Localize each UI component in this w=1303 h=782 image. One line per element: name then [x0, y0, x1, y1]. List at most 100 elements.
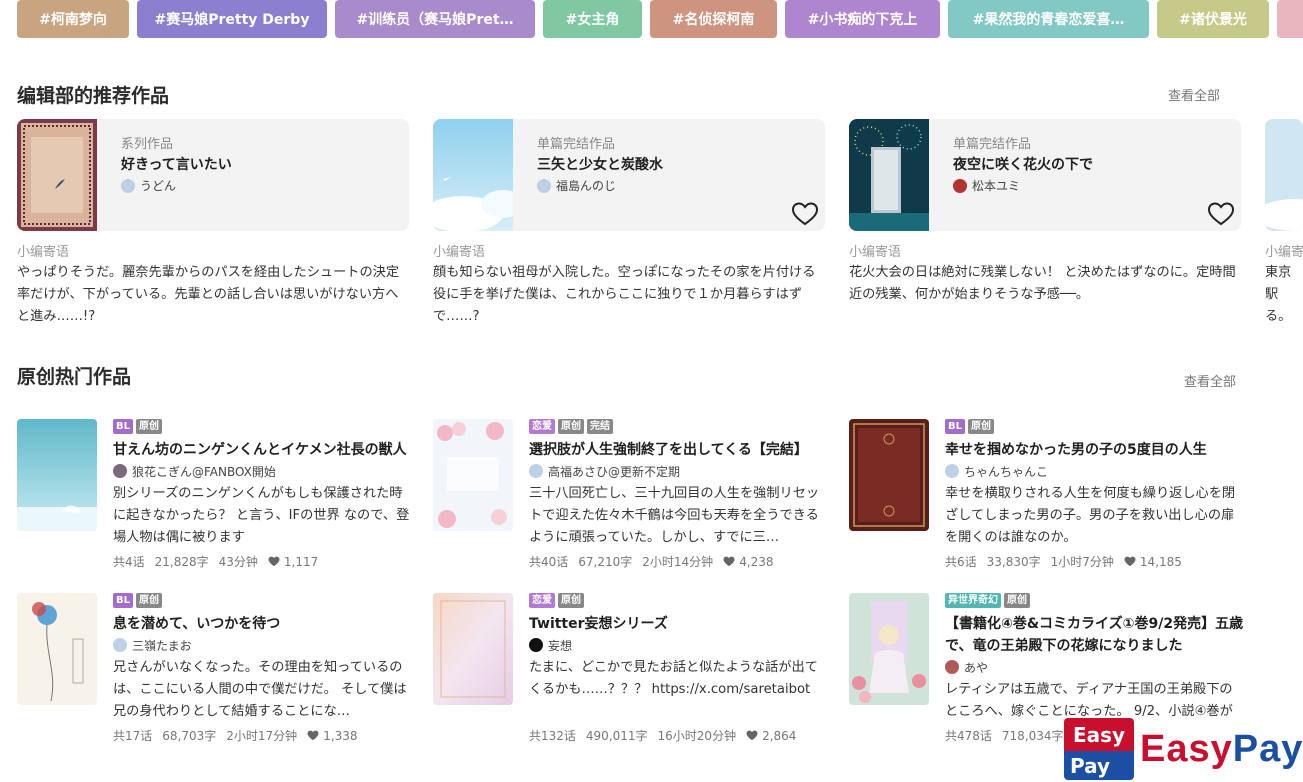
- work-item[interactable]: 恋爱 原创 Twitter妄想シリーズ 妄想 たまに、どこかで見たお話と似たよう…: [433, 593, 825, 743]
- genre-badge: 原创: [558, 593, 584, 608]
- work-type-label: 单篇完结作品: [537, 137, 616, 152]
- work-stats: 共6话 33,830字 1小时7分钟 14,185: [945, 553, 1245, 570]
- tag-chip[interactable]: #训练员（赛马娘Pret…: [335, 0, 535, 38]
- work-title[interactable]: Twitter妄想シリーズ: [529, 613, 829, 635]
- work-info: BL 原创 甘えん坊のニンゲンくんとイケメン社長の獣人 狼花こぎん@FANBOX…: [113, 419, 413, 570]
- char-count: 21,828字: [154, 555, 209, 569]
- tag-chip[interactable]: #果然我的青春恋爱喜…: [948, 0, 1149, 38]
- likes: 14,185: [1124, 555, 1182, 569]
- author[interactable]: うどん: [121, 177, 176, 194]
- author-avatar: [121, 178, 135, 193]
- work-item[interactable]: 恋爱 原创 完结 選択肢が人生強制終了を出してくる【完結】 高福あさひ@更新不定…: [433, 419, 825, 569]
- tag-chip[interactable]: #名侦探柯南: [650, 0, 777, 38]
- genre-badge: 原创: [1004, 593, 1030, 608]
- author-name: ちゃんちゃんこ: [964, 464, 1049, 479]
- easypay-logo: Easy Pay: [1064, 718, 1134, 780]
- recommended-item[interactable]: 单篇完结作品 三矢と少女と炭酸水 福島んのじ 小编寄语 顔も知らない祖母が入院し…: [433, 119, 825, 328]
- author-avatar: [537, 178, 551, 193]
- tag-chip[interactable]: #诸伏景光: [1157, 0, 1269, 38]
- recommended-section-title: 编辑部的推荐作品: [17, 85, 170, 107]
- tag-chip[interactable]: #柯南梦向: [17, 0, 129, 38]
- read-time: 2小时14分钟: [642, 555, 714, 569]
- badge-row: BL 原创: [113, 419, 413, 434]
- read-time: 43分钟: [218, 555, 258, 569]
- genre-badge: BL: [113, 419, 133, 434]
- recommended-see-all-link[interactable]: 查看全部: [1168, 85, 1220, 104]
- popular-see-all-link[interactable]: 查看全部: [1184, 371, 1236, 390]
- editor-note-label: 小编寄语: [17, 245, 70, 260]
- episode-count: 共132话: [529, 729, 576, 743]
- author-avatar: [113, 464, 127, 478]
- work-title[interactable]: 【書籍化④巻&コミカライズ①巻9/2発売】五歳で、竜の王弟殿下の花嫁になりました: [945, 613, 1245, 657]
- likes: 4,238: [723, 555, 774, 569]
- char-count: 490,011字: [585, 729, 648, 743]
- work-item[interactable]: BL 原创 甘えん坊のニンゲンくんとイケメン社長の獣人 狼花こぎん@FANBOX…: [17, 419, 409, 569]
- heart-icon: [307, 730, 319, 741]
- heart-icon: [268, 556, 280, 567]
- work-info: BL 原创 幸せを掴めなかった男の子の5度目の人生 ちゃんちゃんこ 幸せを横取り…: [945, 419, 1245, 570]
- likes: 1,117: [268, 555, 318, 569]
- work-type-label: 单篇完结作品: [953, 137, 1032, 152]
- recommended-card[interactable]: 单篇完结作品 夜空に咲く花火の下で 松本ユミ: [849, 119, 1241, 231]
- recommended-card[interactable]: [1265, 119, 1303, 231]
- author[interactable]: 狼花こぎん@FANBOX開始: [113, 461, 413, 481]
- likes: 1,338: [307, 729, 358, 743]
- work-title[interactable]: 選択肢が人生強制終了を出してくる【完結】: [529, 439, 829, 461]
- favorite-heart-icon[interactable]: [1207, 201, 1235, 227]
- author[interactable]: 妄想: [529, 635, 829, 655]
- work-description: 兄さんがいなくなった。その理由を知っているのは、ここにいる人間の中で僕だけだ。 …: [113, 660, 407, 719]
- genre-badge: 原创: [558, 419, 584, 434]
- author-avatar: [113, 638, 127, 652]
- work-description: レティシアは五歳で、ディアナ王国の王弟殿下のところへ、嫁ぐことになった。 9/2…: [945, 682, 1233, 719]
- tag-strip: #柯南梦向 #赛马娘Pretty Derby #训练员（赛马娘Pret… #女主…: [17, 0, 1303, 38]
- book-cover-image: [849, 593, 929, 705]
- recommended-card[interactable]: 单篇完结作品 三矢と少女と炭酸水 福島んのじ: [433, 119, 825, 231]
- author[interactable]: ちゃんちゃんこ: [945, 461, 1245, 481]
- work-title[interactable]: 息を潜めて、いつかを待つ: [113, 613, 413, 635]
- tag-chip[interactable]: #女主角: [543, 0, 642, 38]
- author-avatar: [529, 464, 543, 478]
- tag-chip[interactable]: #小书痴的下克上: [785, 0, 940, 38]
- recommended-card[interactable]: 系列作品 好きって言いたい うどん: [17, 119, 409, 231]
- wordmark-pay: Pay: [1232, 727, 1303, 770]
- badge-row: 恋爱 原创 完结: [529, 419, 829, 434]
- book-cover-image: [849, 419, 929, 531]
- book-cover-image: [849, 119, 929, 231]
- work-item[interactable]: BL 原创 息を潜めて、いつかを待つ 三嶺たまお 兄さんがいなくなった。その理由…: [17, 593, 409, 743]
- editor-note: 東京駅る。あた。: [1265, 265, 1292, 324]
- work-title[interactable]: 三矢と少女と炭酸水: [537, 154, 663, 174]
- read-time: 2小时17分钟: [226, 729, 298, 743]
- recommended-item[interactable]: 系列作品 好きって言いたい うどん 小编寄语 やっぱりそうだ。麗奈先輩からのパス…: [17, 119, 409, 328]
- work-title[interactable]: 好きって言いたい: [121, 154, 232, 174]
- read-time: 16小时20分钟: [657, 729, 737, 743]
- badge-row: 恋爱 原创: [529, 593, 829, 608]
- work-title[interactable]: 夜空に咲く花火の下で: [953, 154, 1093, 174]
- work-item[interactable]: BL 原创 幸せを掴めなかった男の子の5度目の人生 ちゃんちゃんこ 幸せを横取り…: [849, 419, 1241, 569]
- author-name: 松本ユミ: [972, 179, 1021, 193]
- char-count: 718,034字: [1001, 729, 1064, 743]
- genre-badge: 原创: [136, 593, 162, 608]
- book-cover-image: [433, 419, 513, 531]
- work-description: 幸せを横取りされる人生を何度も繰り返し心を閉ざしてしまった男の子。男の子を救い出…: [945, 486, 1236, 545]
- author[interactable]: 三嶺たまお: [113, 635, 413, 655]
- easypay-watermark: Easy Pay EasyPay: [1064, 718, 1303, 780]
- author[interactable]: 松本ユミ: [953, 177, 1020, 194]
- recommended-item[interactable]: 小编寄 東京駅る。あた。: [1265, 119, 1303, 328]
- author[interactable]: 福島んのじ: [537, 177, 616, 194]
- work-title[interactable]: 甘えん坊のニンゲンくんとイケメン社長の獣人: [113, 439, 413, 461]
- author-name: 妄想: [548, 638, 573, 653]
- editor-note: 顔も知らない祖母が入院した。空っぽになったその家を片付ける役に手を挙げた僕は、こ…: [433, 265, 816, 324]
- tag-chip[interactable]: [1277, 0, 1303, 38]
- favorite-heart-icon[interactable]: [791, 201, 819, 227]
- author-avatar: [529, 638, 543, 652]
- like-count: 14,185: [1139, 554, 1182, 569]
- tag-chip[interactable]: #赛马娘Pretty Derby: [137, 0, 327, 38]
- recommended-item[interactable]: 单篇完结作品 夜空に咲く花火の下で 松本ユミ 小编寄语 花火大会の日は絶対に残業…: [849, 119, 1241, 328]
- editor-note: 花火大会の日は絶対に残業しない！ と決めたはずなのに。定時間近の残業、何かが始ま…: [849, 265, 1236, 302]
- author[interactable]: 高福あさひ@更新不定期: [529, 461, 829, 481]
- author[interactable]: あや: [945, 657, 1245, 677]
- work-title[interactable]: 幸せを掴めなかった男の子の5度目の人生: [945, 439, 1245, 461]
- genre-badge: 恋爱: [529, 593, 555, 608]
- book-cover-image: [1265, 119, 1303, 231]
- work-description: たまに、どこかで見たお話と似たような話が出てくるかも……？？？ https://…: [529, 660, 818, 697]
